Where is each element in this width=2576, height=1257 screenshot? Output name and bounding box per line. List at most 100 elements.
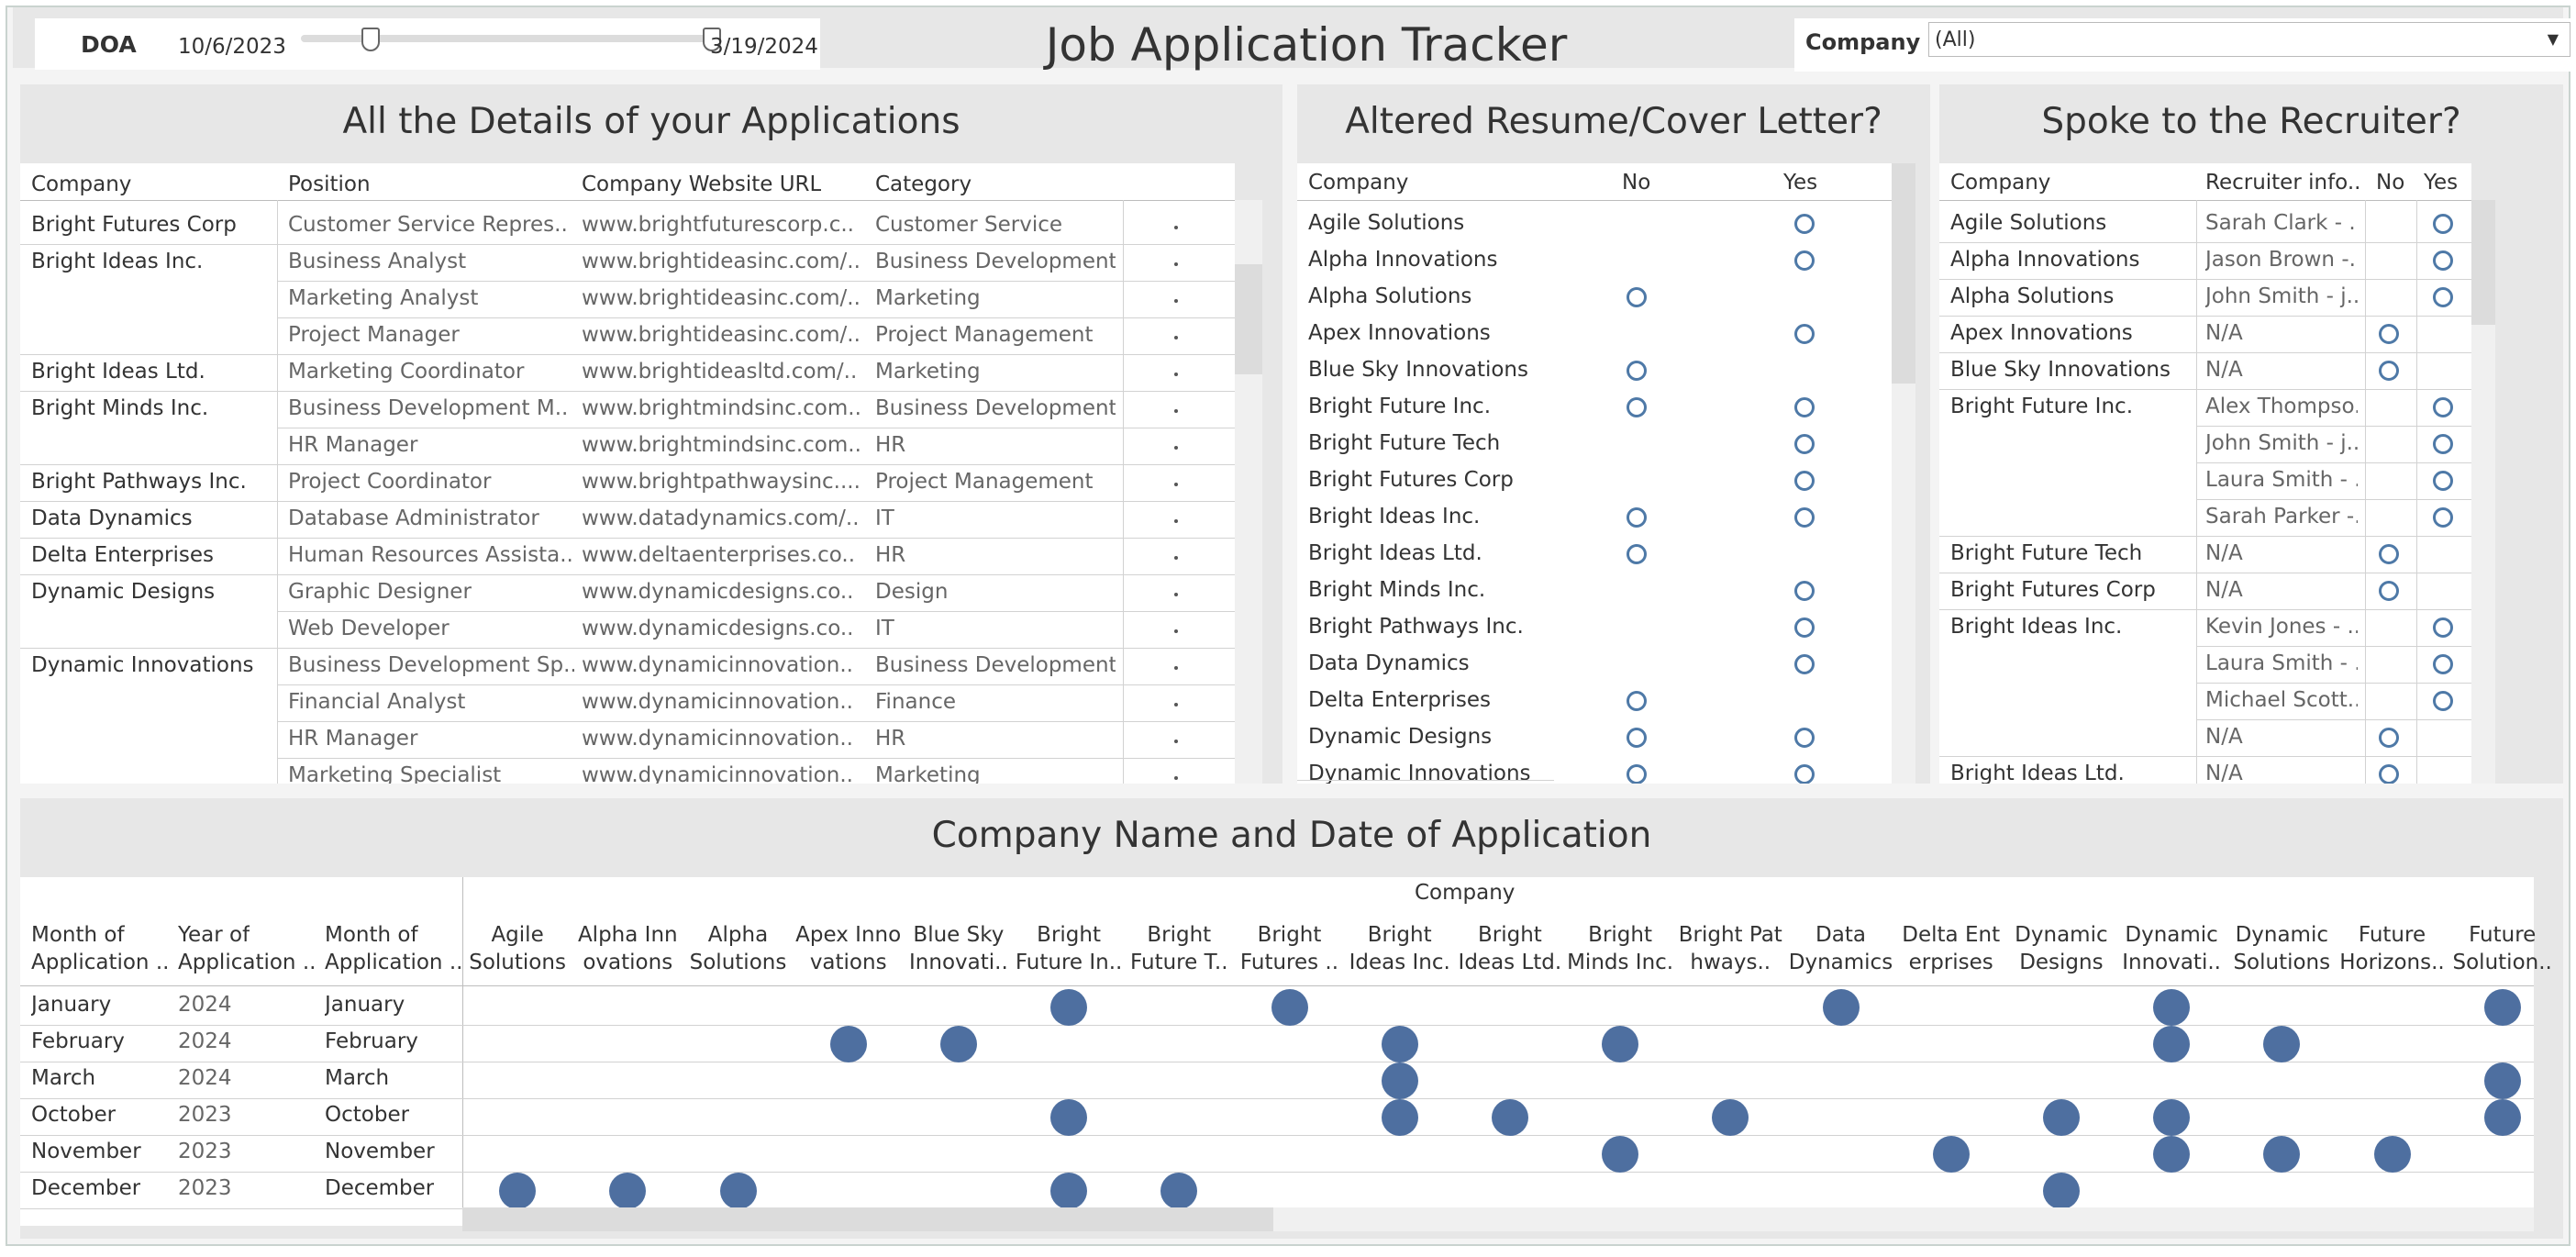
url-cell[interactable]: www.deltaenterprises.co.. [582, 543, 868, 567]
company-cell: Data Dynamics [31, 506, 193, 530]
url-cell[interactable]: www.brightmindsinc.com.. [582, 433, 868, 457]
application-mark[interactable] [1602, 1026, 1639, 1062]
company-cell: Bright Pathways Inc. [31, 470, 247, 494]
url-cell[interactable]: www.brightideasinc.com/.. [582, 286, 868, 310]
company-cell: Bright Ideas Ltd. [31, 360, 205, 384]
category-cell: Marketing [875, 360, 981, 384]
details-table[interactable]: Company Position Company Website URL Catego… [20, 163, 1235, 784]
application-mark[interactable] [1050, 989, 1088, 1026]
company-column-label: Solutions [2233, 951, 2331, 974]
application-mark[interactable] [1932, 1136, 1970, 1173]
url-cell[interactable]: www.dynamicinnovation.. [582, 653, 868, 677]
application-mark[interactable] [2153, 989, 2191, 1026]
row-marker [1174, 556, 1178, 560]
company-select[interactable]: (All) ▼ [1928, 22, 2570, 57]
yes-marker [1794, 617, 1815, 638]
category-cell: Business Development [875, 653, 1116, 677]
url-cell[interactable]: www.brightmindsinc.com.. [582, 396, 868, 420]
column-header: Yes [1783, 171, 1818, 195]
application-mark[interactable] [719, 1173, 757, 1209]
application-mark[interactable] [1381, 1062, 1418, 1099]
url-cell[interactable]: www.brightfuturescorp.c.. [582, 213, 868, 237]
application-mark[interactable] [2153, 1026, 2191, 1062]
position-cell: Marketing Analyst [288, 286, 479, 310]
application-mark[interactable] [939, 1026, 977, 1062]
application-mark[interactable] [2483, 1062, 2521, 1099]
application-mark[interactable] [1602, 1136, 1639, 1173]
row-header-line2: Application .. [31, 951, 170, 974]
category-cell: HR [875, 543, 906, 567]
month-cell: February [31, 1029, 125, 1053]
application-mark[interactable] [2263, 1136, 2301, 1173]
application-mark[interactable] [1712, 1099, 1749, 1136]
company-filter: Company (All) ▼ [1794, 18, 2576, 72]
resume-scroll-thumb[interactable] [1892, 163, 1915, 384]
application-mark[interactable] [2153, 1099, 2191, 1136]
month-cell: October [31, 1103, 117, 1127]
category-cell: Project Management [875, 470, 1094, 494]
row-header-line2: Application .. [178, 951, 316, 974]
application-mark[interactable] [2263, 1026, 2301, 1062]
company-column-label: Future T.. [1130, 951, 1228, 974]
row-header-line1: Year of [178, 923, 250, 947]
row-divider [20, 501, 1235, 502]
row-marker [1174, 703, 1178, 706]
url-cell[interactable]: www.brightideasinc.com/.. [582, 250, 868, 273]
application-mark[interactable] [499, 1173, 537, 1209]
doa-filter: DOA 10/6/2023 3/19/2024 [35, 18, 820, 70]
recruiter-info-cell: N/A [2205, 358, 2243, 382]
application-mark[interactable] [2153, 1136, 2191, 1173]
recruiter-scrollbar[interactable] [2471, 200, 2495, 784]
row-marker [1174, 483, 1178, 486]
application-mark[interactable] [609, 1173, 647, 1209]
application-mark[interactable] [2483, 989, 2521, 1026]
company-cell: Alpha Solutions [1308, 284, 1472, 308]
url-cell[interactable]: www.dynamicdesigns.co.. [582, 617, 868, 640]
application-mark[interactable] [2373, 1136, 2411, 1173]
chevron-down-icon: ▼ [2547, 30, 2559, 48]
recruiter-table[interactable]: Company Recruiter info.. No Yes Agile Soluti… [1939, 163, 2471, 784]
timeline-hscrollbar[interactable] [462, 1207, 2534, 1231]
url-cell[interactable]: www.dynamicinnovation.. [582, 690, 868, 714]
application-mark[interactable] [1491, 1099, 1528, 1136]
timeline-hscroll-thumb[interactable] [462, 1207, 1273, 1231]
company-column-label: vations [809, 951, 887, 974]
url-cell[interactable]: www.dynamicinnovation.. [582, 727, 868, 751]
url-cell[interactable]: www.datadynamics.com/.. [582, 506, 868, 530]
company-cell: Agile Solutions [1308, 211, 1465, 235]
application-mark[interactable] [1381, 1099, 1418, 1136]
url-cell[interactable]: www.dynamicinnovation.. [582, 763, 868, 784]
doa-slider-start-handle[interactable] [361, 28, 380, 51]
resume-table[interactable]: Company No Yes Agile Solutions Alpha Innovat… [1297, 163, 1892, 784]
application-mark[interactable] [2483, 1099, 2521, 1136]
details-scrollbar[interactable] [1235, 200, 1262, 784]
application-mark[interactable] [2042, 1173, 2080, 1209]
column-header: Recruiter info.. [2205, 171, 2361, 195]
url-cell[interactable]: www.brightideasinc.com/.. [582, 323, 868, 347]
application-mark[interactable] [1381, 1026, 1418, 1062]
application-mark[interactable] [2042, 1099, 2080, 1136]
position-cell: Human Resources Assista.. [288, 543, 573, 567]
column-header: Company Website URL [582, 172, 822, 196]
application-mark[interactable] [1050, 1099, 1088, 1136]
url-cell[interactable]: www.brightideasltd.com/.. [582, 360, 868, 384]
url-cell[interactable]: www.brightpathwaysinc.... [582, 470, 868, 494]
application-mark[interactable] [1271, 989, 1308, 1026]
position-cell: Web Developer [288, 617, 450, 640]
position-cell: Customer Service Repres.. [288, 213, 568, 237]
recruiter-scroll-thumb[interactable] [2471, 200, 2495, 325]
url-cell[interactable]: www.dynamicdesigns.co.. [582, 580, 868, 604]
company-column-label: Apex Inno [795, 923, 902, 947]
row-divider [2196, 683, 2471, 684]
application-mark[interactable] [1822, 989, 1860, 1026]
timeline-chart[interactable]: Company Month of Application .. Year of Appl… [20, 877, 2552, 1226]
application-mark[interactable] [1160, 1173, 1198, 1209]
application-mark[interactable] [1050, 1173, 1088, 1209]
doa-end-value: 3/19/2024 [710, 35, 818, 59]
column-header: Company [1308, 171, 1409, 195]
column-divider [277, 200, 278, 784]
yes-marker [2433, 214, 2453, 234]
application-mark[interactable] [829, 1026, 867, 1062]
details-scroll-thumb[interactable] [1235, 264, 1262, 374]
resume-scrollbar[interactable] [1892, 163, 1915, 784]
